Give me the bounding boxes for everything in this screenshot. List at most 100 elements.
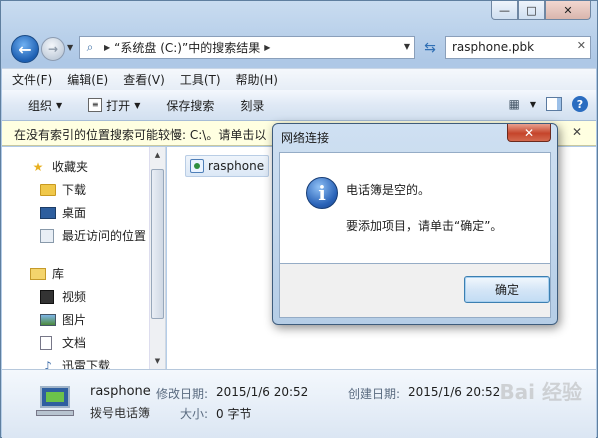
sidebar-item-label: 迅雷下载 [62, 359, 111, 369]
forward-button[interactable]: → [41, 37, 65, 61]
toolbar-right-group: ▦ ▼ ? [509, 96, 588, 112]
size-label: 大小: [180, 407, 209, 421]
dialog-body: i 电话簿是空的。 要添加项目，请单击“确定”。 [279, 152, 551, 264]
library-icon [30, 267, 46, 280]
sidebar-item-videos[interactable]: 视频 [2, 285, 152, 308]
change-view-icon[interactable]: ▦ [509, 97, 520, 111]
search-input-value: rasphone.pbk [452, 40, 535, 54]
ok-button[interactable]: 确定 [464, 276, 550, 303]
back-arrow-icon: ← [18, 39, 32, 59]
details-file-type: 拨号电话簿 [90, 406, 151, 420]
modified-date-label: 修改日期: [156, 387, 209, 401]
chevron-right-icon[interactable]: ▶ [104, 43, 110, 52]
nav-pane-scrollbar[interactable]: ▲ ▼ [149, 147, 165, 369]
music-note-icon: ♪ [44, 358, 52, 370]
organize-button[interactable]: 组织 ▼ [28, 97, 62, 114]
sidebar-item-label: 最近访问的位置 [62, 229, 147, 243]
minimize-button[interactable]: — [491, 1, 518, 20]
network-connection-icon [32, 380, 76, 420]
sidebar-item-documents[interactable]: 文档 [2, 331, 152, 354]
refresh-button[interactable]: ⇆ [419, 36, 441, 59]
navigation-list: ★ 收藏夹 下载 桌面 最近访问的位置 库 视频 图片 文档 ♪ 迅雷下载 [2, 147, 152, 369]
menu-view[interactable]: 查看(V) [123, 71, 165, 88]
command-toolbar: 组织 ▼ ≡ 打开 ▼ 保存搜索 刻录 ▦ ▼ ? [2, 90, 596, 121]
refresh-icon: ⇆ [424, 39, 436, 56]
burn-button[interactable]: 刻录 [240, 97, 264, 114]
chevron-down-icon: ▼ [56, 100, 63, 110]
menu-edit[interactable]: 编辑(E) [67, 71, 108, 88]
save-search-label: 保存搜索 [166, 98, 215, 113]
navigation-row: ← → ▼ ⌕ ▶ “系统盘 (C:)”中的搜索结果 ▶ ▼ ⇆ rasphon… [9, 34, 591, 63]
help-icon[interactable]: ? [572, 96, 588, 112]
clear-search-icon[interactable]: ✕ [577, 39, 586, 52]
sidebar-item-label: 文档 [62, 336, 87, 350]
open-label: 打开 [106, 98, 131, 113]
menu-bar: 文件(F) 编辑(E) 查看(V) 工具(T) 帮助(H) [2, 68, 596, 90]
sidebar-item-downloads[interactable]: 下载 [2, 178, 152, 201]
address-bar[interactable]: ⌕ ▶ “系统盘 (C:)”中的搜索结果 ▶ ▼ [79, 36, 415, 59]
nav-section-gap [2, 247, 152, 262]
sidebar-item-label: 桌面 [62, 206, 87, 220]
sidebar-item-favorites[interactable]: ★ 收藏夹 [2, 155, 152, 178]
documents-icon [40, 335, 52, 350]
organize-label: 组织 [28, 98, 53, 113]
address-path[interactable]: “系统盘 (C:)”中的搜索结果 [114, 39, 260, 56]
open-document-icon: ≡ [88, 98, 103, 112]
info-bar-text: 在没有索引的位置搜索可能较慢: C:\。请单击以 [14, 128, 267, 142]
details-file-name: rasphone [90, 384, 151, 399]
caption-buttons: — □ ✕ [491, 1, 591, 20]
dialog-message-line1: 电话簿是空的。 [346, 183, 431, 197]
search-folder-icon: ⌕ [86, 40, 94, 54]
forward-arrow-icon: → [47, 42, 59, 56]
save-search-button[interactable]: 保存搜索 [166, 97, 214, 114]
sidebar-item-desktop[interactable]: 桌面 [2, 201, 152, 224]
scroll-thumb[interactable] [151, 169, 164, 319]
chevron-down-icon[interactable]: ▼ [530, 100, 536, 109]
video-icon [40, 289, 54, 304]
close-icon[interactable]: ✕ [572, 125, 582, 139]
menu-tools[interactable]: 工具(T) [180, 71, 221, 88]
maximize-button[interactable]: □ [518, 1, 545, 20]
details-pane: rasphone 拨号电话簿 修改日期: 2015/1/6 20:52 大小: … [2, 369, 596, 438]
burn-label: 刻录 [240, 98, 265, 113]
sidebar-item-xunlei[interactable]: ♪ 迅雷下载 [2, 354, 152, 370]
pictures-icon [40, 313, 56, 326]
back-button[interactable]: ← [11, 35, 39, 63]
dialog-title: 网络连接 [281, 131, 330, 145]
star-icon: ★ [32, 159, 44, 174]
address-dropdown-icon[interactable]: ▼ [404, 42, 410, 51]
created-date-value: 2015/1/6 20:52 [408, 385, 501, 399]
desktop-icon [40, 206, 56, 219]
scroll-up-icon[interactable]: ▲ [150, 147, 165, 163]
sidebar-item-libraries[interactable]: 库 [2, 262, 152, 285]
navigation-pane: ★ 收藏夹 下载 桌面 最近访问的位置 库 视频 图片 文档 ♪ 迅雷下载 ▲ … [2, 147, 166, 369]
menu-file[interactable]: 文件(F) [12, 71, 52, 88]
created-date-label: 创建日期: [348, 387, 401, 401]
chevron-down-icon: ▼ [134, 100, 141, 110]
scroll-down-icon[interactable]: ▼ [150, 353, 165, 369]
dialog-footer: 确定 [279, 264, 551, 318]
information-icon: i [306, 177, 338, 209]
size-value: 0 字节 [216, 407, 252, 421]
search-input[interactable]: rasphone.pbk ✕ [445, 36, 591, 59]
sidebar-item-label: 收藏夹 [52, 160, 89, 174]
baidu-watermark: Bai 经验 [499, 380, 582, 404]
sidebar-item-label: 视频 [62, 290, 87, 304]
dialog-message-line2: 要添加项目，请单击“确定”。 [346, 219, 503, 233]
file-item-rasphone[interactable]: rasphone [185, 155, 269, 177]
sidebar-item-label: 库 [52, 267, 65, 281]
downloads-folder-icon [40, 183, 56, 196]
preview-pane-icon[interactable] [546, 97, 562, 111]
phonebook-file-icon [190, 159, 204, 173]
dialog-close-button[interactable]: ✕ [507, 124, 551, 142]
sidebar-item-recent[interactable]: 最近访问的位置 [2, 224, 152, 247]
file-item-label: rasphone [208, 159, 265, 173]
network-connection-dialog: 网络连接 ✕ i 电话簿是空的。 要添加项目，请单击“确定”。 确定 [272, 123, 558, 325]
menu-help[interactable]: 帮助(H) [236, 71, 278, 88]
history-dropdown-icon[interactable]: ▼ [67, 43, 73, 52]
chevron-right-icon[interactable]: ▶ [264, 43, 270, 52]
window-close-button[interactable]: ✕ [545, 1, 591, 20]
open-button[interactable]: ≡ 打开 ▼ [88, 97, 140, 114]
modified-date-value: 2015/1/6 20:52 [216, 385, 309, 399]
sidebar-item-pictures[interactable]: 图片 [2, 308, 152, 331]
